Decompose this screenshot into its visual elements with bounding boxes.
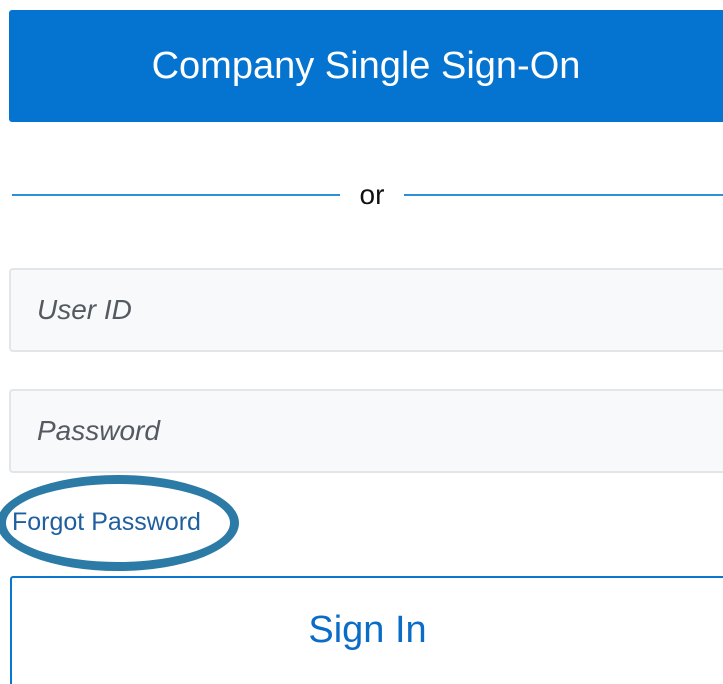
sign-in-button[interactable]: Sign In [10, 576, 723, 684]
company-sso-button[interactable]: Company Single Sign-On [9, 10, 723, 122]
divider-line-left [12, 194, 340, 196]
password-input[interactable] [9, 389, 723, 473]
user-id-input[interactable] [9, 268, 723, 352]
divider-text: or [359, 179, 385, 210]
forgot-password-link[interactable]: Forgot Password [12, 506, 201, 538]
divider-line-right [404, 194, 723, 196]
